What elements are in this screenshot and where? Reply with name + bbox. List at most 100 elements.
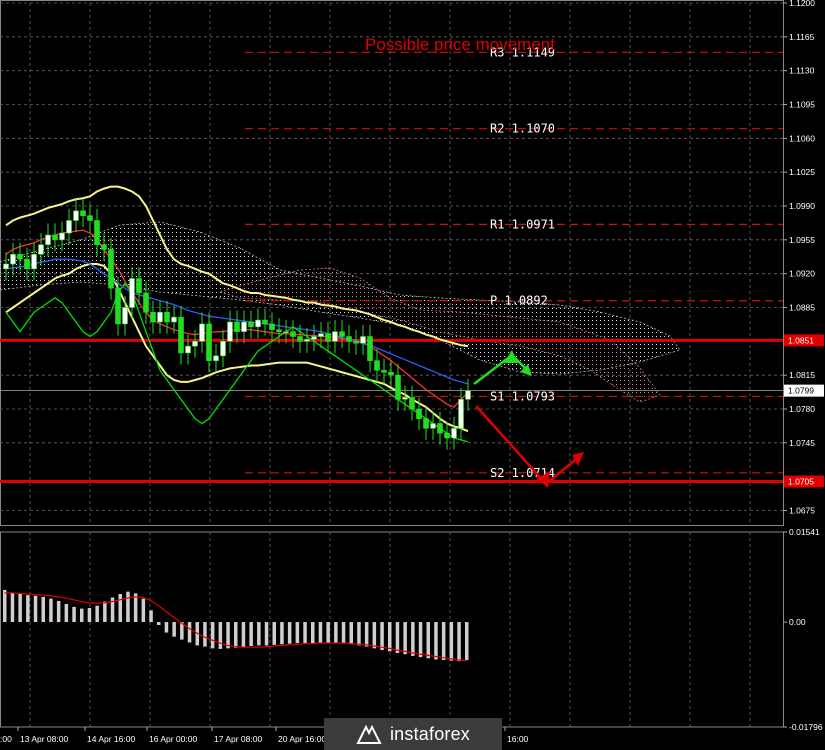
osc-bar [118,594,122,623]
chart-title: Possible price movement [365,35,555,54]
candle-body [367,336,373,361]
osc-bar [241,622,246,648]
pivot-levels: R3 1.1149R2 1.1070R1 1.0971P 1.0892S1 1.… [245,45,783,480]
candle-body [17,254,23,260]
osc-bar [187,622,192,643]
osc-bar [326,622,330,643]
arrowhead-down-2 [572,452,584,466]
osc-bar [272,622,276,645]
grid [0,0,784,728]
candle-body [304,339,310,342]
osc-bar [210,622,215,649]
candle-body [381,370,387,373]
candle-body [129,278,135,308]
candle-body [311,336,317,340]
candle-body [38,244,44,255]
osc-bar [226,622,230,649]
osc-bar [41,596,45,623]
osc-bar [218,622,223,649]
osc-bar [133,593,138,623]
osc-bar [341,622,346,644]
candle-body [220,341,226,357]
candle-body [73,210,79,221]
osc-bar [372,622,377,649]
candle-body [199,323,205,342]
pivot-label: R1 1.0971 [490,217,555,231]
osc-bar [72,606,76,623]
candle-body [318,333,324,337]
candle-body [87,215,93,221]
candle-body [45,234,51,245]
osc-bar [149,610,153,623]
candle-body [101,244,107,250]
candle-body [66,220,72,234]
instaforex-logo-icon [356,724,382,744]
y-tick-label: 1.0815 [789,370,815,380]
y-tick-label: 1.1095 [789,100,815,110]
candle-body [409,397,415,410]
candle-body [241,321,247,332]
osc-bar [403,622,407,655]
osc-bar [49,598,53,623]
chart-canvas: R3 1.1149R2 1.1070R1 1.0971P 1.0892S1 1.… [0,0,824,744]
osc-bar [349,622,353,645]
osc-bar [172,622,176,637]
candle-body [423,418,429,429]
osc-bar [449,622,454,661]
candle-body [374,360,380,371]
osc-bar [257,622,261,646]
sr-price-label: 1.0851 [788,335,814,345]
time-label: 17 Apr 08:00 [214,734,262,744]
osc-bar [103,601,107,623]
osc-bar [411,622,415,656]
osc-bar [249,622,253,647]
osc-bar [80,608,84,623]
y-tick-label: 1.0920 [789,269,815,279]
pivot-label: R2 1.1070 [490,122,555,136]
y-tick-label: 1.1165 [789,32,815,42]
osc-bar [87,608,92,623]
candle-body [332,331,338,342]
candle-body [290,331,296,337]
candle-body [276,329,282,332]
oscillator-panel: 0.01541 0.00 -0.01796 [3,527,823,732]
osc-bar [465,622,469,661]
y-tick-label: 1.1060 [789,133,815,143]
osc-y-label: 0.01541 [789,527,820,537]
y-tick-label: 1.0955 [789,235,815,245]
osc-bar [56,601,61,623]
time-label: 13 Apr 08:00 [20,734,68,744]
osc-bar [311,622,315,644]
osc-y-label: 0.00 [789,617,806,627]
candle-body [150,312,156,323]
osc-bar [280,622,284,645]
time-label: 20 Apr 16:00 [278,734,326,744]
osc-bar [234,622,238,648]
candle-body [255,319,261,328]
pivot-label: P 1.0892 [490,294,548,308]
candle-body [339,331,345,337]
candle-body [31,254,37,270]
osc-bar [33,595,38,623]
candle-body [59,232,65,241]
candle-body [437,423,443,434]
osc-bar [264,622,269,646]
y-tick-label: 1.0675 [789,506,815,516]
candle-body [94,220,100,245]
osc-bar [418,622,423,658]
candle-body [171,316,177,323]
candle-body [213,355,219,361]
y-tick-label: 1.0885 [789,303,815,313]
candle-body [465,390,471,400]
osc-bar [95,605,99,623]
price-axis: 1.1200 1.1165 1.1130 1.1095 1.1060 1.1025 1.09… [783,0,824,516]
candle-body [115,287,121,325]
candle-body [416,408,422,419]
time-label: 14 Apr 16:00 [87,734,135,744]
candle-body [227,321,233,342]
osc-bar [441,622,446,661]
candle-body [157,312,163,323]
candle-body [143,292,149,313]
osc-bar [295,622,300,644]
osc-bar [357,622,361,646]
